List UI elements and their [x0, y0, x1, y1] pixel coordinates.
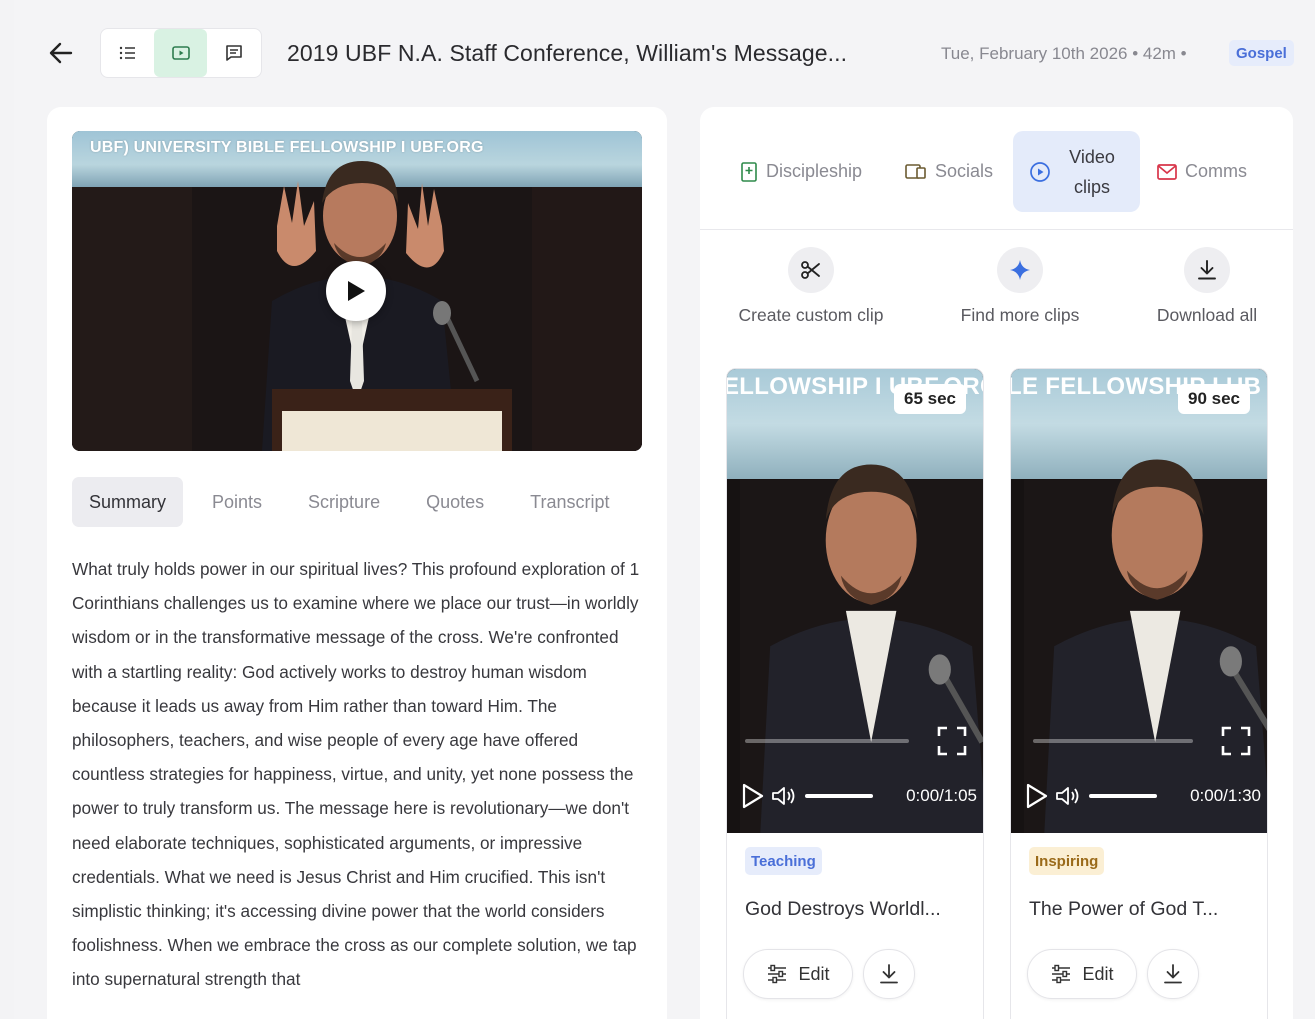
list-icon: [119, 46, 135, 60]
play-button[interactable]: [326, 261, 386, 321]
fullscreen-icon[interactable]: [936, 725, 968, 757]
clip-video-player[interactable]: ELLOWSHIP I UBF.ORG 65 sec 0:00/1:05: [727, 369, 983, 833]
find-more-clips-button[interactable]: Find more clips: [950, 247, 1090, 326]
clip-video-player[interactable]: LE FELLOWSHIP I UB 90 sec 0:00/1:30: [1011, 369, 1267, 833]
video-view-button[interactable]: [154, 29, 207, 77]
page: 2019 UBF N.A. Staff Conference, William'…: [14, 0, 1315, 1019]
tab-points[interactable]: Points: [195, 477, 279, 527]
tab-discipleship-label: Discipleship: [766, 161, 863, 181]
play-icon: [348, 281, 365, 301]
tab-quotes[interactable]: Quotes: [409, 477, 501, 527]
clip-controls: 0:00/1:30: [1025, 779, 1261, 813]
tab-scripture[interactable]: Scripture: [291, 477, 397, 527]
download-icon: [880, 964, 898, 984]
comment-view-button[interactable]: [207, 29, 260, 77]
clip-progress-bar[interactable]: [1033, 739, 1193, 743]
clip-edit-label: Edit: [798, 963, 830, 984]
content-type-tabs: Discipleship Socials Video clips Comms: [700, 107, 1293, 230]
tab-socials-label: Socials: [935, 161, 994, 181]
sliders-icon: [1050, 964, 1072, 984]
clip-title: God Destroys Worldl...: [745, 898, 941, 920]
tab-summary[interactable]: Summary: [72, 477, 184, 527]
summary-text: What truly holds power in our spiritual …: [72, 559, 640, 990]
play-icon[interactable]: [1025, 783, 1049, 809]
clip-download-button[interactable]: [1147, 949, 1199, 999]
volume-icon[interactable]: [771, 785, 797, 807]
clip-edit-label: Edit: [1082, 963, 1114, 984]
clip-duration-badge: 90 sec: [1178, 384, 1250, 414]
clip-title: The Power of God T...: [1029, 898, 1219, 920]
category-badge: Gospel: [1229, 40, 1294, 66]
socials-icon: [905, 163, 927, 181]
tab-comms-label: Comms: [1185, 161, 1247, 181]
tab-socials[interactable]: Socials: [905, 131, 993, 212]
list-view-button[interactable]: [101, 29, 154, 77]
clip-controls: 0:00/1:05: [741, 779, 977, 813]
clip-download-button[interactable]: [863, 949, 915, 999]
main-video-player[interactable]: UBF) UNIVERSITY BIBLE FELLOWSHIP I UBF.O…: [72, 131, 642, 451]
sermon-meta: Tue, February 10th 2026 • 42m •: [941, 44, 1187, 63]
content-tabs: Summary Points Scripture Quotes Transcri…: [72, 476, 638, 528]
clip-edit-button[interactable]: Edit: [1027, 949, 1137, 999]
download-icon: [1164, 964, 1182, 984]
sliders-icon: [766, 964, 788, 984]
create-custom-clip-label: Create custom clip: [738, 305, 884, 325]
arrow-left-icon: [49, 42, 73, 64]
clip-card: LE FELLOWSHIP I UB 90 sec 0:00/1:30 Insp…: [1010, 368, 1268, 1019]
page-title: 2019 UBF N.A. Staff Conference, William'…: [287, 40, 848, 66]
left-panel: UBF) UNIVERSITY BIBLE FELLOWSHIP I UBF.O…: [47, 107, 667, 1019]
clip-time: 0:00/1:30: [1190, 786, 1261, 805]
tab-video-clips-label: Video clips: [1069, 146, 1115, 197]
book-icon: [740, 161, 758, 182]
volume-icon[interactable]: [1055, 785, 1081, 807]
comment-icon: [225, 45, 242, 61]
header: 2019 UBF N.A. Staff Conference, William'…: [14, 0, 1315, 100]
clip-tag: Teaching: [745, 847, 822, 875]
tab-transcript[interactable]: Transcript: [513, 477, 626, 527]
clip-actions: Create custom clip Find more clips Downl…: [700, 247, 1293, 337]
tab-video-clips[interactable]: Video clips: [1013, 131, 1140, 212]
download-icon: [1198, 260, 1216, 280]
clip-time: 0:00/1:05: [906, 786, 977, 805]
scissors-icon: [801, 261, 820, 279]
clip-card: ELLOWSHIP I UBF.ORG 65 sec 0:00/1:05 Tea…: [726, 368, 984, 1019]
speaker-thumbnail: [739, 464, 983, 833]
clip-progress-bar[interactable]: [745, 739, 909, 743]
play-icon[interactable]: [741, 783, 765, 809]
volume-slider[interactable]: [805, 794, 873, 798]
clip-duration-badge: 65 sec: [894, 384, 966, 414]
right-panel: Discipleship Socials Video clips Comms C…: [700, 107, 1293, 1019]
volume-slider[interactable]: [1089, 794, 1157, 798]
speaker-thumbnail: [1023, 459, 1267, 833]
video-icon: [171, 46, 190, 60]
back-button[interactable]: [44, 36, 78, 70]
download-all-button[interactable]: Download all: [1147, 247, 1267, 326]
clip-edit-button[interactable]: Edit: [743, 949, 853, 999]
tab-discipleship[interactable]: Discipleship: [740, 131, 862, 212]
sparkle-icon: [1010, 260, 1030, 280]
tab-comms[interactable]: Comms: [1157, 131, 1247, 212]
play-circle-icon: [1029, 161, 1051, 183]
download-all-label: Download all: [1156, 305, 1258, 325]
find-more-clips-label: Find more clips: [960, 305, 1080, 325]
fullscreen-icon[interactable]: [1220, 725, 1252, 757]
clip-tag: Inspiring: [1029, 847, 1105, 875]
mail-icon: [1157, 163, 1177, 180]
view-toggle-group: [100, 28, 262, 78]
create-custom-clip-button[interactable]: Create custom clip: [731, 247, 891, 326]
